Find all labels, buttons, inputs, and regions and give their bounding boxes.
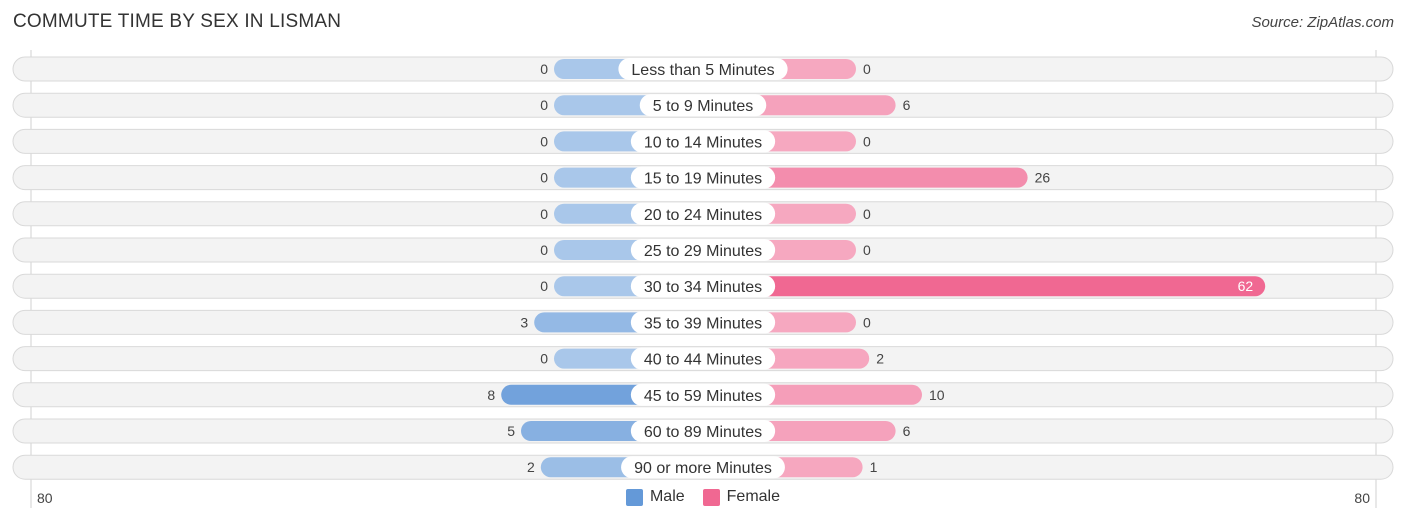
male-value-label: 0 (540, 278, 548, 294)
male-value-label: 2 (527, 459, 535, 475)
female-bar (705, 276, 1266, 297)
male-value-label: 0 (540, 61, 548, 77)
male-value-label: 0 (540, 242, 548, 258)
male-swatch (625, 488, 643, 506)
category-label: 60 to 89 Minutes (644, 424, 762, 441)
female-value-label: 0 (863, 61, 871, 77)
legend: Male Female (0, 488, 1406, 506)
legend-female-label: Female (726, 488, 781, 505)
male-value-label: 0 (540, 170, 548, 186)
category-label: 10 to 14 Minutes (644, 134, 762, 151)
category-label: 15 to 19 Minutes (644, 171, 762, 188)
female-value-label: 1 (870, 459, 878, 475)
category-label: 90 or more Minutes (634, 460, 772, 477)
category-label: 35 to 39 Minutes (644, 315, 762, 332)
female-value-label: 6 (903, 423, 911, 439)
female-value-label: 0 (863, 133, 871, 149)
chart-canvas: 0 0 Less than 5 Minutes 0 6 5 to 9 Minutes 0 0 1… (12, 50, 1394, 508)
male-value-label: 0 (540, 133, 548, 149)
female-value-label: 26 (1035, 170, 1051, 186)
male-value-label: 5 (507, 423, 515, 439)
female-value-label: 6 (903, 97, 911, 113)
female-value-label: 62 (1238, 278, 1254, 294)
female-value-label: 2 (876, 351, 884, 367)
legend-item-female[interactable]: Female (702, 488, 781, 506)
category-label: Less than 5 Minutes (631, 62, 774, 79)
female-value-label: 0 (863, 206, 871, 222)
male-value-label: 0 (540, 206, 548, 222)
female-value-label: 0 (863, 242, 871, 258)
female-value-label: 0 (863, 314, 871, 330)
category-label: 30 to 34 Minutes (644, 279, 762, 296)
legend-item-male[interactable]: Male (625, 488, 685, 506)
legend-male-label: Male (649, 488, 685, 505)
female-swatch (702, 488, 720, 506)
female-value-label: 10 (929, 387, 945, 403)
category-label: 40 to 44 Minutes (644, 352, 762, 369)
male-value-label: 0 (540, 97, 548, 113)
category-label: 5 to 9 Minutes (653, 98, 754, 115)
male-value-label: 3 (520, 314, 528, 330)
category-label: 20 to 24 Minutes (644, 207, 762, 224)
male-value-label: 0 (540, 351, 548, 367)
category-label: 25 to 29 Minutes (644, 243, 762, 260)
male-value-label: 8 (487, 387, 495, 403)
category-label: 45 to 59 Minutes (644, 388, 762, 405)
